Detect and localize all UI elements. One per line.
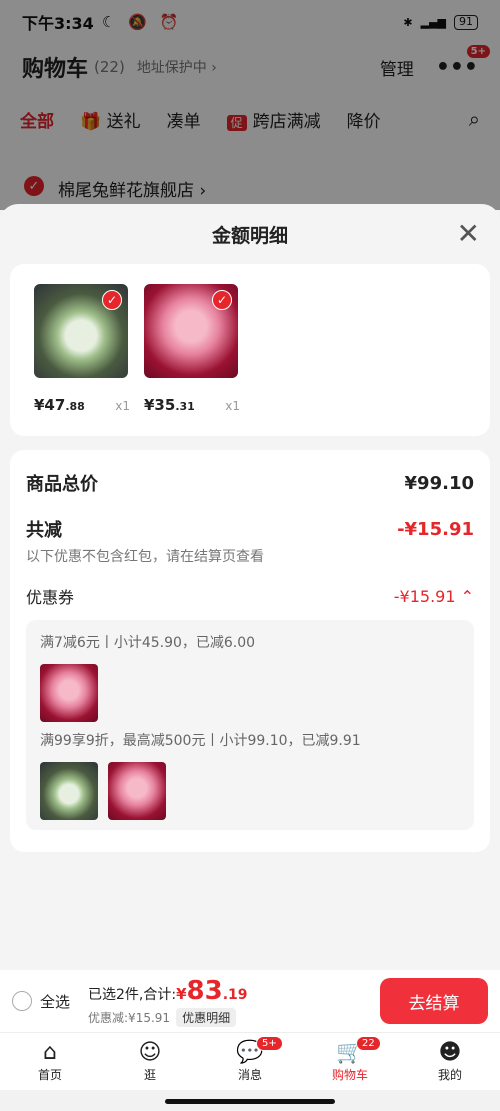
discount-label: 共减 [26, 520, 62, 541]
tab-profile[interactable]: ☻ 我的 [400, 1033, 500, 1090]
close-icon[interactable]: ✕ [457, 220, 480, 248]
product-card: ✓ ¥47.88 x1 ✓ ¥35.31 x1 [10, 264, 490, 436]
coupon-products [40, 762, 460, 820]
total-currency: ¥ [176, 984, 187, 1003]
product-item[interactable]: ✓ ¥35.31 x1 [144, 284, 240, 414]
home-icon: ⌂ [43, 1040, 57, 1065]
coupon-row[interactable]: 优惠券 -¥15.91 ⌃ [26, 584, 474, 608]
tab-cart[interactable]: 🛒 22 购物车 [300, 1033, 400, 1090]
product-item[interactable]: ✓ ¥47.88 x1 [34, 284, 130, 414]
select-all-label[interactable]: 全选 [40, 991, 70, 1012]
product-thumbnail [40, 664, 98, 722]
coupon-rule: 满99享9折，最高减500元丨小计99.10，已减9.91 [40, 733, 361, 749]
product-thumbnail [40, 762, 98, 820]
goods-total-label: 商品总价 [26, 474, 98, 495]
checkout-bar: 全选 已选2件,合计: ¥ 83 .19 优惠减:¥15.91 优惠明细 去结算 [0, 970, 500, 1032]
sheet-header: 金额明细 ✕ [0, 204, 500, 264]
check-icon: ✓ [102, 290, 122, 310]
discount-row: 共减 -¥15.91 [26, 516, 474, 542]
explore-icon: ☺ [138, 1040, 162, 1065]
discount-detail-link[interactable]: 优惠明细 [176, 1007, 237, 1027]
coupon-value[interactable]: -¥15.91 ⌃ [394, 587, 474, 606]
total-summary: 已选2件,合计: ¥ 83 .19 优惠减:¥15.91 优惠明细 [88, 976, 248, 1027]
product-qty: x1 [225, 399, 240, 413]
coupon-rule: 满7减6元丨小计45.90，已减6.00 [40, 635, 256, 651]
amount-detail-sheet: 金额明细 ✕ ✓ ¥47.88 x1 ✓ ¥35.31 x1 商品总价 ¥99.… [0, 204, 500, 972]
tab-messages[interactable]: 💬 5+ 消息 [200, 1033, 300, 1090]
discount-note: 以下优惠不包含红包，请在结算页查看 [26, 549, 264, 565]
checkout-button[interactable]: 去结算 [380, 978, 488, 1024]
total-line: 已选2件,合计: ¥ 83 .19 [88, 976, 248, 1006]
product-price: ¥35.31 x1 [144, 396, 240, 414]
summary-prefix: 已选2件,合计: [88, 986, 177, 1003]
discount-small: 优惠减:¥15.91 [88, 1010, 171, 1025]
discount-subline: 优惠减:¥15.91 优惠明细 [88, 1007, 248, 1027]
cart-badge: 22 [356, 1036, 381, 1051]
goods-total-value: ¥99.10 [404, 472, 474, 494]
profile-icon: ☻ [438, 1040, 462, 1065]
total-int: 83 [186, 975, 223, 1006]
tab-explore[interactable]: ☺ 逛 [100, 1033, 200, 1090]
product-image: ✓ [144, 284, 238, 378]
coupon-label: 优惠券 [26, 588, 75, 607]
message-badge: 5+ [256, 1036, 283, 1051]
bottom-tabbar: ⌂ 首页 ☺ 逛 💬 5+ 消息 🛒 22 购物车 ☻ 我的 [0, 1032, 500, 1090]
total-dec: .19 [222, 986, 248, 1003]
discount-value: -¥15.91 [397, 518, 474, 540]
coupon-breakdown: 满7减6元丨小计45.90，已减6.00 满99享9折，最高减500元丨小计99… [26, 620, 474, 830]
coupon-products [40, 664, 460, 722]
price-detail-card: 商品总价 ¥99.10 共减 -¥15.91 以下优惠不包含红包，请在结算页查看… [10, 450, 490, 852]
check-icon: ✓ [212, 290, 232, 310]
tab-home[interactable]: ⌂ 首页 [0, 1033, 100, 1090]
overlay-dim[interactable] [0, 0, 500, 210]
select-all-radio[interactable] [12, 991, 32, 1011]
product-image: ✓ [34, 284, 128, 378]
product-thumbnail [108, 762, 166, 820]
discount-note-row: 以下优惠不包含红包，请在结算页查看 [26, 546, 474, 566]
product-price: ¥47.88 x1 [34, 396, 130, 414]
home-indicator [165, 1099, 335, 1104]
sheet-title: 金额明细 [211, 224, 288, 247]
product-qty: x1 [115, 399, 130, 413]
goods-total-row: 商品总价 ¥99.10 [26, 470, 474, 496]
